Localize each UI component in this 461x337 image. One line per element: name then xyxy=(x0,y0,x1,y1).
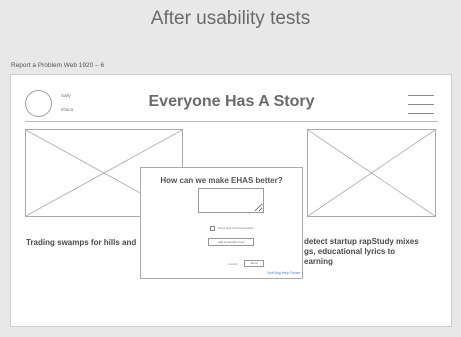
story-title-right[interactable]: detect startup rapStudy mixes gs, educat… xyxy=(304,237,422,267)
send-logs-checkbox[interactable] xyxy=(210,226,215,231)
bug-help-center-link[interactable]: Visit Bug Help Center xyxy=(267,271,300,275)
cancel-link[interactable]: Cancel xyxy=(228,262,237,266)
story-title-left[interactable]: Trading swamps for hills and xyxy=(26,238,146,248)
feedback-input[interactable] xyxy=(198,188,264,213)
site-title: Everyone Has A Story xyxy=(148,93,315,110)
story-image-placeholder-right xyxy=(307,129,436,217)
send-logs-label: Send logs (recommended) xyxy=(218,226,254,230)
send-button[interactable]: Send xyxy=(244,260,264,267)
report-problem-modal: How can we make EHAS better? Send logs (… xyxy=(140,167,303,279)
hamburger-menu-icon[interactable] xyxy=(408,94,434,114)
add-screenshot-button[interactable]: Add screenshot tool xyxy=(208,238,254,246)
artboard-label: Report a Problem Web 1920 – 6 xyxy=(11,62,105,69)
modal-title: How can we make EHAS better? xyxy=(160,176,283,185)
site-header: Sally Ithaca Everyone Has A Story xyxy=(25,88,438,122)
page-title: After usability tests xyxy=(150,8,311,29)
artboard: Sally Ithaca Everyone Has A Story Tradin… xyxy=(10,74,452,327)
